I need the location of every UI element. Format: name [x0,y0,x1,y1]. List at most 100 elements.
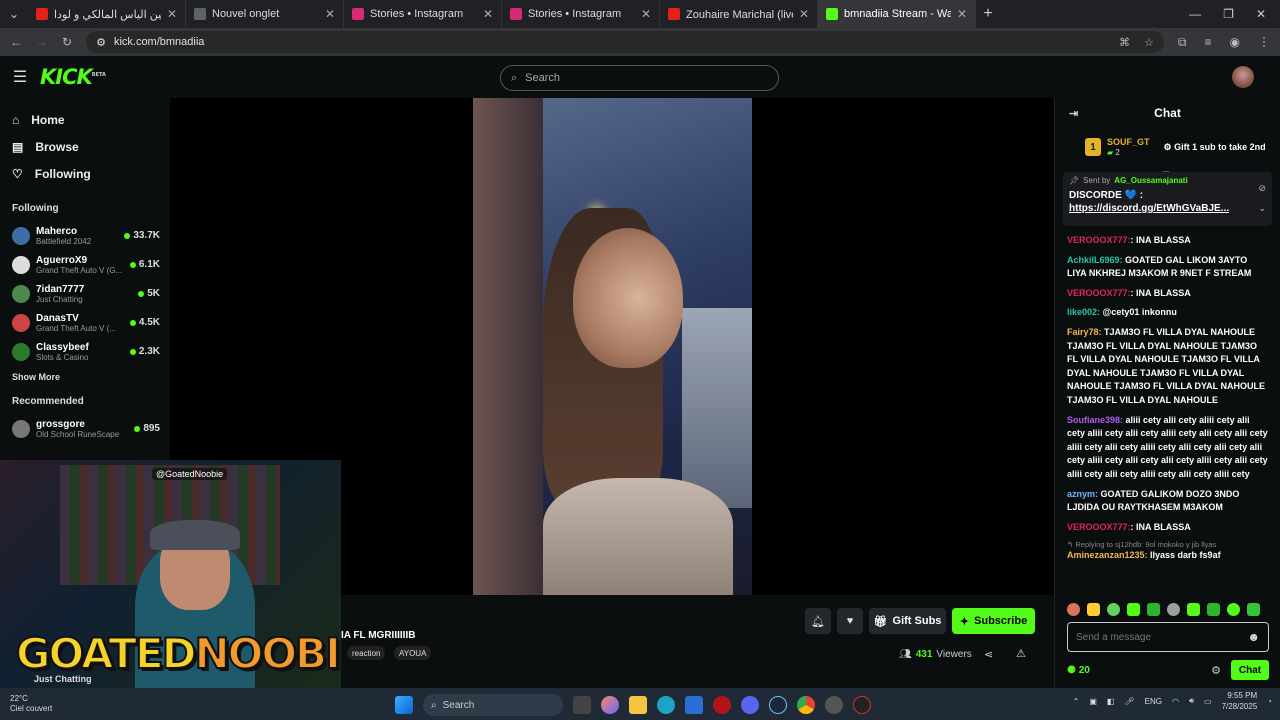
task-view-icon[interactable] [573,696,591,714]
taskbar-search[interactable]: ⌕ Search [423,694,563,716]
notifications-icon[interactable]: ◔ [1267,697,1272,706]
weather-widget[interactable]: 22°C Ciel couvert [0,694,130,714]
browser-tab-active[interactable]: bmnadiia Stream - Watch Live✕ [818,0,976,28]
emote-icon[interactable] [1147,603,1160,616]
new-tab-button[interactable]: + [976,5,1000,23]
app-icon[interactable] [853,696,871,714]
stream-info-bar: IA FL MGRIIIIIIB reaction AYOUA 🔔︎ ♥ 🎁︎ G… [341,595,1054,688]
unpin-icon[interactable]: ⊘ [1258,178,1266,198]
sidebar-item-following[interactable]: ♡ Following [0,160,170,187]
microphone-icon[interactable]: 🎤︎ [1124,697,1134,706]
tray-app-icon[interactable]: ◧ [1107,697,1115,706]
game-icon[interactable] [825,696,843,714]
close-tab-icon[interactable]: ✕ [325,7,335,21]
browser-tab[interactable]: Zouhaire Marichal (live) ماريشال✕ [660,0,818,28]
channel-item[interactable]: AguerroX9 Grand Theft Auto V (G... 6.1K [0,250,170,279]
channel-item[interactable]: Classybeef Slots & Casino 2.3K [0,337,170,366]
browser-tab[interactable]: أش واقع بين الياس المالكي و لودا✕ [28,0,186,28]
collapse-chat-icon[interactable]: ⇥ [1069,107,1078,120]
user-avatar[interactable] [1232,66,1254,88]
address-bar[interactable]: ⚙ kick.com/bmnadiia ⌘ ☆ [86,31,1164,53]
forward-icon[interactable]: → [36,35,48,49]
app-red-icon[interactable] [713,696,731,714]
report-icon[interactable]: ⚠ [1016,647,1026,660]
emote-icon[interactable] [1087,603,1100,616]
battery-icon[interactable]: ▭ [1204,697,1212,706]
close-tab-icon[interactable]: ✕ [641,7,651,21]
browser-tab[interactable]: Stories • Instagram ✕ [344,0,502,28]
emote-icon[interactable] [1127,603,1140,616]
tab-search-chevron-icon[interactable]: ⌄ [0,7,28,21]
gift-subs-button[interactable]: 🎁︎ Gift Subs [869,608,946,634]
close-tab-icon[interactable]: ✕ [957,7,967,21]
close-tab-icon[interactable]: ✕ [167,7,177,21]
instagram-favicon-icon [510,8,522,20]
file-explorer-icon[interactable] [629,696,647,714]
channel-item[interactable]: 7idan7777 Just Chatting 5K [0,279,170,308]
stream-category[interactable]: Just Chatting [34,674,92,684]
stream-tag[interactable]: reaction [347,646,386,660]
notification-bell-icon[interactable]: 🔔︎ [805,608,831,634]
steam-icon[interactable] [769,696,787,714]
viewers-icon: 👥︎ [899,649,912,660]
site-info-icon[interactable]: ⚙ [96,36,106,49]
menu-icon[interactable]: ☰ [0,67,40,87]
sidebar-item-home[interactable]: ⌂ Home [0,106,170,133]
language-indicator[interactable]: ENG [1145,697,1162,706]
gift-cta[interactable]: ⚙ Gift 1 sub to take 2nd [1164,142,1266,153]
sidebar-item-browse[interactable]: ▤ Browse [0,133,170,160]
emote-icon[interactable] [1247,603,1260,616]
channel-item[interactable]: grossgore Old School RuneScape 895 [0,414,170,443]
browser-menu-icon[interactable]: ⋮ [1258,35,1270,50]
discord-icon[interactable] [741,696,759,714]
share-icon[interactable]: ⋖ [984,648,993,661]
media-control-icon[interactable]: ≡ [1205,35,1212,50]
expand-pin-icon[interactable]: ⌄ [1258,198,1266,218]
stream-tag[interactable]: AYOUA [394,646,432,660]
close-window-icon[interactable]: ✕ [1256,7,1266,21]
minimize-icon[interactable]: — [1189,7,1201,21]
store-icon[interactable] [685,696,703,714]
chat-input[interactable]: Send a message ☻ [1067,622,1269,652]
chat-settings-icon[interactable]: ⚙ [1211,664,1221,677]
reload-icon[interactable]: ↻ [62,35,72,49]
close-tab-icon[interactable]: ✕ [483,7,493,21]
close-tab-icon[interactable]: ✕ [799,7,809,21]
tray-app-icon[interactable]: ▣ [1089,697,1097,706]
search-placeholder: Search [525,72,561,84]
channel-item[interactable]: DanasTV Grand Theft Auto V (... 4.5K [0,308,170,337]
emote-icon[interactable] [1167,603,1180,616]
chrome-icon[interactable] [797,696,815,714]
browser-tab[interactable]: Stories • Instagram ✕ [502,0,660,28]
emote-icon[interactable] [1227,603,1240,616]
emote-icon[interactable] [1187,603,1200,616]
follow-heart-icon[interactable]: ♥ [837,608,863,634]
emote-icon[interactable] [1067,603,1080,616]
tray-chevron-icon[interactable]: ⌃ [1073,697,1080,706]
show-more-link[interactable]: Show More [0,366,170,388]
subscribe-button[interactable]: ✦ Subscribe [952,608,1035,634]
search-input[interactable]: ⌕ Search [500,65,779,91]
browser-tab[interactable]: Nouvel onglet ✕ [186,0,344,28]
clock[interactable]: 9:55 PM 7/28/2025 [1222,690,1258,712]
copilot-icon[interactable] [601,696,619,714]
channel-item[interactable]: Maherco Battlefield 2042 33.7K [0,221,170,250]
wifi-icon[interactable]: ◠ [1172,697,1179,706]
translate-icon[interactable]: ⌘ [1119,36,1130,49]
send-chat-button[interactable]: Chat [1231,660,1269,680]
discord-link[interactable]: https://discord.gg/EtWhGVaBJE... [1069,203,1266,214]
windows-start-icon[interactable] [395,696,413,714]
emoji-picker-icon[interactable]: ☻ [1247,630,1260,644]
extensions-icon[interactable]: ⧉ [1178,35,1187,50]
emote-icon[interactable] [1107,603,1120,616]
edge-icon[interactable] [657,696,675,714]
kick-logo[interactable]: KICKBETA [40,65,106,89]
volume-icon[interactable]: 🔊︎ [1189,696,1194,706]
profile-icon[interactable]: ◉ [1230,35,1240,50]
bookmark-star-icon[interactable]: ☆ [1144,36,1154,49]
channel-points[interactable]: ⚈ 20 [1067,665,1090,676]
restore-icon[interactable]: ❐ [1223,7,1234,21]
emote-bar [1067,603,1277,617]
back-icon[interactable]: ← [10,35,22,49]
emote-icon[interactable] [1207,603,1220,616]
